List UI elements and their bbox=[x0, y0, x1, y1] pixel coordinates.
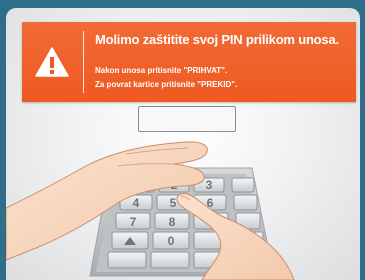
key-4-label: 4 bbox=[133, 196, 140, 210]
key-3-label: 3 bbox=[206, 178, 213, 192]
function-key-2[interactable] bbox=[233, 194, 258, 211]
key-7-label: 7 bbox=[130, 215, 137, 229]
key-0-label: 0 bbox=[168, 234, 175, 248]
function-key-1[interactable] bbox=[231, 177, 255, 193]
key-8-label: 8 bbox=[169, 215, 176, 229]
key-5-label: 5 bbox=[170, 196, 177, 210]
atm-screen: Molimo zaštitite svoj PIN prilikom unosa… bbox=[6, 8, 360, 280]
pin-pad-illustration: 1 2 3 4 5 6 7 8 9 0 bbox=[6, 141, 295, 280]
key-bottom-left[interactable] bbox=[107, 251, 147, 269]
key-bottom-mid[interactable] bbox=[150, 251, 190, 269]
